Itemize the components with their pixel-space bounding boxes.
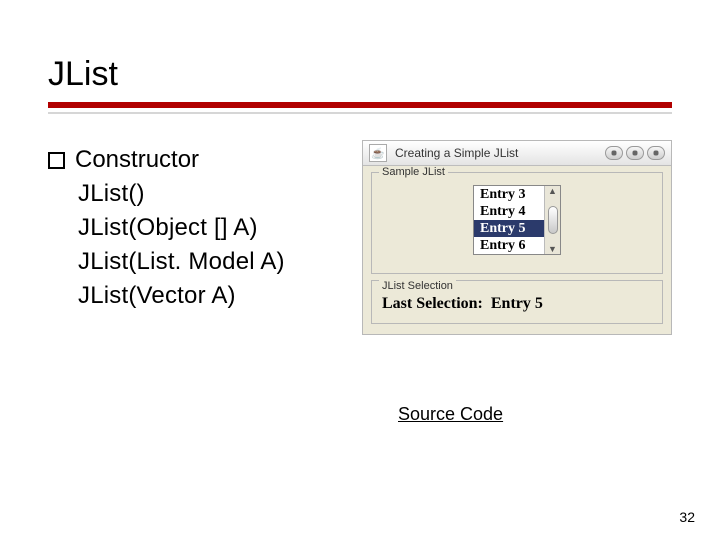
title-shadow-rule (48, 112, 672, 114)
list-item[interactable]: Entry 5 (474, 220, 544, 237)
constructor-item: JList(Vector A) (78, 282, 342, 310)
constructor-item: JList(Object [] A) (78, 214, 342, 242)
constructor-item: JList() (78, 180, 342, 208)
slide-title: JList (48, 55, 672, 94)
last-selection-label: Last Selection: (382, 295, 483, 312)
minimize-button[interactable] (605, 146, 623, 160)
selection-legend: JList Selection (379, 280, 456, 292)
page-number: 32 (679, 509, 695, 525)
scroll-up-icon[interactable]: ▲ (548, 186, 557, 196)
selection-group: JList Selection Last Selection: Entry 5 (371, 280, 663, 324)
list-item[interactable]: Entry 4 (474, 203, 544, 220)
scrollbar[interactable]: ▲ ▼ (544, 186, 560, 254)
window-title: Creating a Simple JList (395, 146, 605, 160)
constructor-item: JList(List. Model A) (78, 248, 342, 276)
list-item[interactable]: Entry 3 (474, 186, 544, 203)
window-titlebar: ☕ Creating a Simple JList (363, 141, 671, 166)
source-code-link[interactable]: Source Code (398, 404, 503, 425)
close-button[interactable] (647, 146, 665, 160)
content-left: Constructor JList() JList(Object [] A) J… (48, 140, 342, 316)
java-icon: ☕ (369, 144, 387, 162)
bullet-label: Constructor (75, 146, 199, 174)
jlist[interactable]: Entry 3 Entry 4 Entry 5 Entry 6 ▲ ▼ (473, 185, 561, 255)
sample-jlist-group: Sample JList Entry 3 Entry 4 Entry 5 Ent… (371, 172, 663, 274)
sample-legend: Sample JList (379, 166, 448, 178)
scroll-thumb[interactable] (548, 206, 558, 234)
last-selection-value: Entry 5 (491, 295, 543, 312)
scroll-down-icon[interactable]: ▼ (548, 244, 557, 254)
maximize-button[interactable] (626, 146, 644, 160)
list-item[interactable]: Entry 6 (474, 237, 544, 254)
demo-window: ☕ Creating a Simple JList Sample JList E… (362, 140, 672, 335)
title-rule (48, 102, 672, 108)
bullet-checkbox-icon (48, 152, 65, 169)
